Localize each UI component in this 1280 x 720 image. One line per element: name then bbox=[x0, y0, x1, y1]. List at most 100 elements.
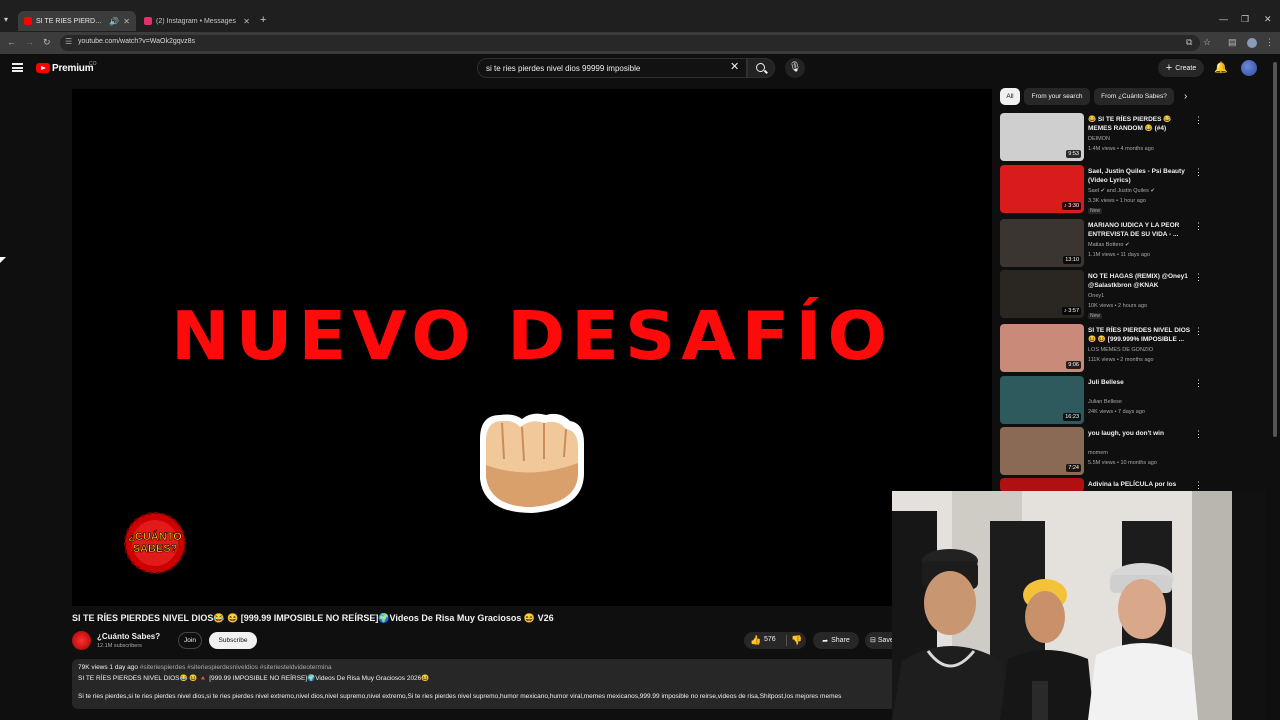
divider bbox=[786, 635, 787, 646]
speaker-icon[interactable]: 🔊 bbox=[109, 17, 119, 26]
account-avatar[interactable] bbox=[1241, 60, 1257, 76]
more-options-icon[interactable]: ⋮ bbox=[1194, 221, 1203, 232]
bookmark-star-icon[interactable]: ☆ bbox=[1203, 37, 1211, 48]
hamburger-menu-icon[interactable] bbox=[12, 63, 23, 72]
tab-close-icon[interactable]: ✕ bbox=[243, 17, 250, 26]
recommendation-title[interactable]: MARIANO IUDICA Y LA PEOR ENTREVISTA DE S… bbox=[1088, 221, 1192, 239]
video-player[interactable]: NUEVO DESAFÍO ¿CUÁNTO SABES? bbox=[72, 89, 992, 606]
tab-title: (2) Instagram • Messages bbox=[156, 17, 236, 25]
video-thumbnail[interactable]: 16:23 bbox=[1000, 376, 1084, 424]
recommendation-title[interactable]: NO TE HAGAS (REMIX) @Oney1 @Salastkbron … bbox=[1088, 272, 1192, 290]
recommendation-item[interactable]: 9:53 😂 SI TE RÍES PIERDES 😂 MEMES RANDOM … bbox=[1000, 113, 1210, 161]
tab-youtube[interactable]: SI TE RÍES PIERDES NIVEL D 🔊 ✕ bbox=[18, 11, 136, 31]
address-bar-row: ← → ↻ ☰ youtube.com/watch?v=WaOk2gqvz8s … bbox=[0, 32, 1280, 54]
like-icon[interactable]: 👍 bbox=[750, 635, 761, 646]
recommendation-item[interactable]: 9:06 SI TE RÍES PIERDES NIVEL DIOS 😆 😆 [9… bbox=[1000, 324, 1210, 372]
search-button[interactable] bbox=[747, 58, 775, 78]
video-thumbnail[interactable]: 13:10 bbox=[1000, 219, 1084, 267]
back-icon[interactable]: ← bbox=[7, 37, 16, 47]
create-button[interactable]: + Create bbox=[1158, 59, 1204, 77]
subscribe-button[interactable]: Subscribe bbox=[209, 632, 257, 649]
duration-badge: 13:10 bbox=[1063, 256, 1081, 264]
more-options-icon[interactable]: ⋮ bbox=[1194, 480, 1203, 491]
recommendation-title[interactable]: SI TE RÍES PIERDES NIVEL DIOS 😆 😆 [999.9… bbox=[1088, 326, 1192, 344]
save-button[interactable]: ⊟ Save bbox=[865, 632, 895, 649]
create-label: Create bbox=[1175, 64, 1197, 72]
recommendation-channel[interactable]: LOS MEMES DE GONZIO bbox=[1088, 347, 1153, 353]
recommendation-title[interactable]: Adivina la PELÍCULA por los bbox=[1088, 480, 1192, 489]
minimize-icon[interactable]: — bbox=[1219, 14, 1228, 24]
recommendation-item[interactable]: 13:10 MARIANO IUDICA Y LA PEOR ENTREVISTA… bbox=[1000, 219, 1210, 267]
share-icon: ➦ bbox=[822, 637, 829, 645]
search-input[interactable]: si te ries pierdes nivel dios 99999 impo… bbox=[477, 58, 747, 78]
voice-search-icon[interactable]: 🎙 bbox=[785, 58, 805, 78]
site-info-icon[interactable]: ☰ bbox=[65, 37, 72, 46]
chip-from-channel[interactable]: From ¿Cuánto Sabes? bbox=[1094, 88, 1174, 105]
subscriber-count: 12.1M subscribers bbox=[97, 643, 142, 649]
recommendation-item[interactable]: ♪ 3:30 Sael, Justin Quiles - Psi Beauty (… bbox=[1000, 165, 1210, 214]
tab-search-icon[interactable]: ▾ bbox=[4, 15, 8, 24]
maximize-icon[interactable]: ❐ bbox=[1241, 14, 1249, 25]
browser-menu-icon[interactable]: ⋮ bbox=[1265, 37, 1274, 48]
search-icon bbox=[756, 63, 765, 72]
webcam-overlay bbox=[892, 491, 1266, 720]
recommendation-title[interactable]: 😂 SI TE RÍES PIERDES 😂 MEMES RANDOM 😂 (#… bbox=[1088, 115, 1192, 133]
youtube-logo-icon[interactable] bbox=[36, 63, 50, 73]
join-button[interactable]: Join bbox=[178, 632, 202, 649]
clear-search-icon[interactable]: ✕ bbox=[730, 60, 739, 73]
video-thumbnail[interactable]: 9:53 bbox=[1000, 113, 1084, 161]
install-icon[interactable]: ⧉ bbox=[1186, 37, 1192, 48]
video-thumbnail[interactable]: ♪ 3:30 bbox=[1000, 165, 1084, 213]
youtube-premium-logo[interactable]: Premium bbox=[52, 63, 94, 74]
recommendation-channel[interactable]: Sael ✔ and Justin Quiles ✔ bbox=[1088, 188, 1155, 194]
duration-badge: 7:24 bbox=[1066, 464, 1081, 472]
more-options-icon[interactable]: ⋮ bbox=[1194, 272, 1203, 283]
recommendation-channel[interactable]: Oney1 bbox=[1088, 293, 1104, 299]
more-options-icon[interactable]: ⋮ bbox=[1194, 326, 1203, 337]
more-options-icon[interactable]: ⋮ bbox=[1194, 429, 1203, 440]
recommendation-item[interactable]: Adivina la PELÍCULA por los ⋮ bbox=[1000, 478, 1210, 492]
tab-instagram[interactable]: (2) Instagram • Messages ✕ bbox=[138, 11, 256, 31]
chip-from-your-search[interactable]: From your search bbox=[1024, 88, 1090, 105]
chip-all[interactable]: All bbox=[1000, 88, 1020, 105]
recommendation-item[interactable]: 7:24 you laugh, you don't win momem 5.5M vi… bbox=[1000, 427, 1210, 475]
tab-close-icon[interactable]: ✕ bbox=[123, 17, 130, 26]
channel-name[interactable]: ¿Cuánto Sabes? bbox=[97, 632, 160, 641]
duration-badge: ♪ 3:57 bbox=[1062, 307, 1081, 315]
hashtags[interactable]: #siteriespierdes #siteriespierdesniveldi… bbox=[140, 664, 332, 671]
recommendation-channel[interactable]: momem bbox=[1088, 450, 1108, 456]
share-button[interactable]: ➦ Share bbox=[813, 632, 859, 649]
more-options-icon[interactable]: ⋮ bbox=[1194, 115, 1203, 126]
description-box[interactable]: 79K views 1 day ago #siteriespierdes #si… bbox=[72, 659, 896, 709]
new-tab-icon[interactable]: + bbox=[260, 14, 266, 26]
browser-profile-avatar[interactable] bbox=[1247, 38, 1257, 48]
youtube-header: Premium CO si te ries pierdes nivel dios… bbox=[0, 54, 1280, 84]
recommendation-channel[interactable]: DEIMON bbox=[1088, 136, 1110, 142]
notifications-bell-icon[interactable]: 🔔 bbox=[1214, 61, 1228, 74]
reload-icon[interactable]: ↻ bbox=[43, 37, 51, 48]
recommendation-title[interactable]: Juli Bellese bbox=[1088, 378, 1192, 387]
close-window-icon[interactable]: ✕ bbox=[1264, 14, 1272, 25]
video-overlay-text: NUEVO DESAFÍO bbox=[171, 297, 893, 375]
recommendation-channel[interactable]: Julian Bellese bbox=[1088, 399, 1122, 405]
video-thumbnail[interactable]: 7:24 bbox=[1000, 427, 1084, 475]
channel-avatar[interactable] bbox=[72, 631, 91, 650]
page-scrollbar[interactable] bbox=[1273, 62, 1277, 437]
url-field[interactable]: ☰ youtube.com/watch?v=WaOk2gqvz8s bbox=[60, 35, 1200, 51]
chevron-right-icon[interactable]: › bbox=[1184, 91, 1187, 102]
extensions-icon[interactable]: ▤ bbox=[1228, 37, 1237, 48]
recommendation-views: 5.5M views • 10 months ago bbox=[1088, 460, 1157, 466]
forward-icon[interactable]: → bbox=[25, 37, 34, 47]
video-title: SI TE RÍES PIERDES NIVEL DIOS😂 😆 [999.99… bbox=[72, 613, 554, 623]
dislike-icon[interactable]: 👎 bbox=[791, 635, 802, 646]
recommendation-item[interactable]: 16:23 Juli Bellese Julian Bellese 24K views… bbox=[1000, 376, 1210, 424]
recommendation-item[interactable]: ♪ 3:57 NO TE HAGAS (REMIX) @Oney1 @Salast… bbox=[1000, 270, 1210, 319]
video-thumbnail[interactable] bbox=[1000, 478, 1084, 492]
video-thumbnail[interactable]: 9:06 bbox=[1000, 324, 1084, 372]
video-thumbnail[interactable]: ♪ 3:57 bbox=[1000, 270, 1084, 318]
recommendation-channel[interactable]: Matias Bottero ✔ bbox=[1088, 242, 1130, 248]
more-options-icon[interactable]: ⋮ bbox=[1194, 167, 1203, 178]
recommendation-title[interactable]: you laugh, you don't win bbox=[1088, 429, 1192, 438]
recommendation-title[interactable]: Sael, Justin Quiles - Psi Beauty (Video … bbox=[1088, 167, 1192, 185]
more-options-icon[interactable]: ⋮ bbox=[1194, 378, 1203, 389]
